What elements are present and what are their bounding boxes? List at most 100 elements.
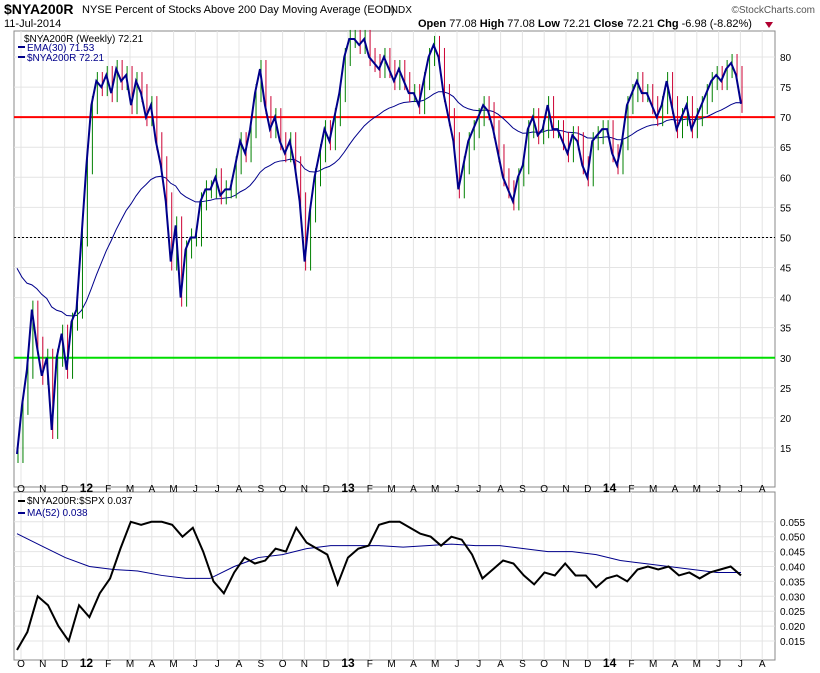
y-tick-label: 25: [780, 384, 792, 395]
legend-swatch-ema: [18, 46, 25, 48]
x-tick-label: F: [628, 659, 634, 668]
ratio-line: [16, 520, 742, 651]
x-tick-label: O: [540, 484, 548, 495]
x-tick-label: 13: [341, 481, 355, 495]
y-tick-label: 40: [780, 294, 792, 305]
x-tick-label: O: [279, 659, 287, 668]
x-tick-label: J: [738, 659, 743, 668]
x-tick-label: M: [126, 659, 134, 668]
chg-label: Chg: [657, 18, 678, 30]
chg-value: -6.98 (-8.82%): [682, 18, 752, 30]
open-value: 77.08: [449, 18, 477, 30]
y-tick-label: 0.035: [780, 577, 805, 588]
x-tick-label: A: [497, 659, 504, 668]
x-tick-label: A: [497, 484, 504, 495]
x-tick-label: 14: [603, 481, 617, 495]
x-tick-label: M: [431, 659, 439, 668]
x-tick-label: A: [672, 484, 679, 495]
x-tick-label: A: [759, 659, 766, 668]
y-tick-label: 0.020: [780, 622, 805, 633]
close-line: [16, 36, 742, 455]
y-tick-label: 45: [780, 264, 792, 275]
x-tick-label: A: [410, 659, 417, 668]
x-tick-label: F: [367, 484, 373, 495]
x-tick-label: S: [257, 659, 264, 668]
main-panel: [13, 30, 776, 488]
x-tick-label: J: [716, 484, 721, 495]
x-tick-label: D: [323, 659, 330, 668]
watermark: ©StockCharts.com: [731, 5, 815, 16]
x-tick-label: J: [738, 484, 743, 495]
y-tick-label: 0.030: [780, 592, 805, 603]
x-tick-label: M: [693, 659, 701, 668]
ohlc-readout: Open 77.08 High 77.08 Low 72.21 Close 72…: [418, 18, 773, 30]
y-tick-label: 60: [780, 173, 792, 184]
x-tick-label: N: [301, 484, 308, 495]
x-tick-label: A: [672, 659, 679, 668]
x-tick-label: J: [455, 484, 460, 495]
x-tick-label: D: [584, 484, 591, 495]
legend-swatch-close: [18, 56, 25, 58]
y-tick-label: 70: [780, 113, 792, 124]
x-tick-label: F: [105, 484, 111, 495]
y-tick-label: 80: [780, 53, 792, 64]
svg-text:Open 77.08 High 77.08 Low 72.2: Open 77.08 High 77.08 Low 72.21 Close 72…: [418, 18, 752, 30]
close-value: 72.21: [627, 18, 655, 30]
y-tick-label: 0.045: [780, 548, 805, 559]
y-tick-label: 50: [780, 233, 792, 244]
main-legend: $NYA200R (Weekly) 72.21 EMA(30) 71.53 $N…: [18, 34, 144, 64]
x-tick-label: M: [387, 484, 395, 495]
ema-line: [16, 91, 742, 317]
x-tick-label: N: [39, 484, 46, 495]
x-tick-label: 12: [80, 481, 94, 495]
x-tick-label: F: [105, 659, 111, 668]
y-tick-label: 20: [780, 414, 792, 425]
x-tick-label: J: [455, 659, 460, 668]
ratio-panel: [13, 491, 776, 661]
x-tick-label: N: [301, 659, 308, 668]
high-value: 77.08: [507, 18, 535, 30]
legend-swatch-ma: [18, 512, 25, 514]
x-tick-label: M: [693, 484, 701, 495]
y-tick-label: 65: [780, 143, 792, 154]
x-tick-label: O: [279, 484, 287, 495]
x-tick-label: M: [649, 484, 657, 495]
y-tick-label: 30: [780, 354, 792, 365]
x-tick-label: J: [716, 659, 721, 668]
x-tick-label: 14: [603, 656, 617, 668]
x-tick-label: J: [476, 659, 481, 668]
x-tick-label: D: [61, 484, 68, 495]
x-tick-label: O: [17, 659, 25, 668]
x-tick-label: J: [215, 659, 220, 668]
x-tick-label: J: [193, 659, 198, 668]
date: 11-Jul-2014: [4, 18, 61, 30]
x-tick-label: 12: [80, 656, 94, 668]
x-tick-label: O: [17, 484, 25, 495]
x-tick-label: A: [148, 484, 155, 495]
x-tick-label: A: [148, 659, 155, 668]
x-tick-label: N: [562, 484, 569, 495]
x-tick-label: N: [39, 659, 46, 668]
high-label: High: [480, 18, 505, 30]
x-tick-label: J: [193, 484, 198, 495]
x-tick-label: M: [387, 659, 395, 668]
x-tick-label: A: [410, 484, 417, 495]
x-tick-label: J: [215, 484, 220, 495]
close-label: Close: [594, 18, 624, 30]
exchange: INDX: [388, 5, 412, 16]
x-tick-label: M: [649, 659, 657, 668]
open-label: Open: [418, 18, 446, 30]
legend-swatch-ratio: [18, 500, 25, 502]
y-tick-label: 15: [780, 444, 792, 455]
y-tick-label: 0.025: [780, 607, 805, 618]
y-tick-label: 35: [780, 324, 792, 335]
legend-ma: MA(52) 0.038: [27, 508, 88, 519]
ma52-line: [16, 533, 741, 579]
x-tick-label: A: [236, 659, 243, 668]
ratio-legend: $NYA200R:$SPX 0.037 MA(52) 0.038: [18, 496, 133, 519]
y-tick-label: 75: [780, 83, 792, 94]
down-arrow-icon: [765, 22, 773, 28]
legend-close: $NYA200R 72.21: [27, 53, 105, 64]
x-tick-label: 13: [341, 656, 355, 668]
y-tick-label: 0.050: [780, 533, 805, 544]
